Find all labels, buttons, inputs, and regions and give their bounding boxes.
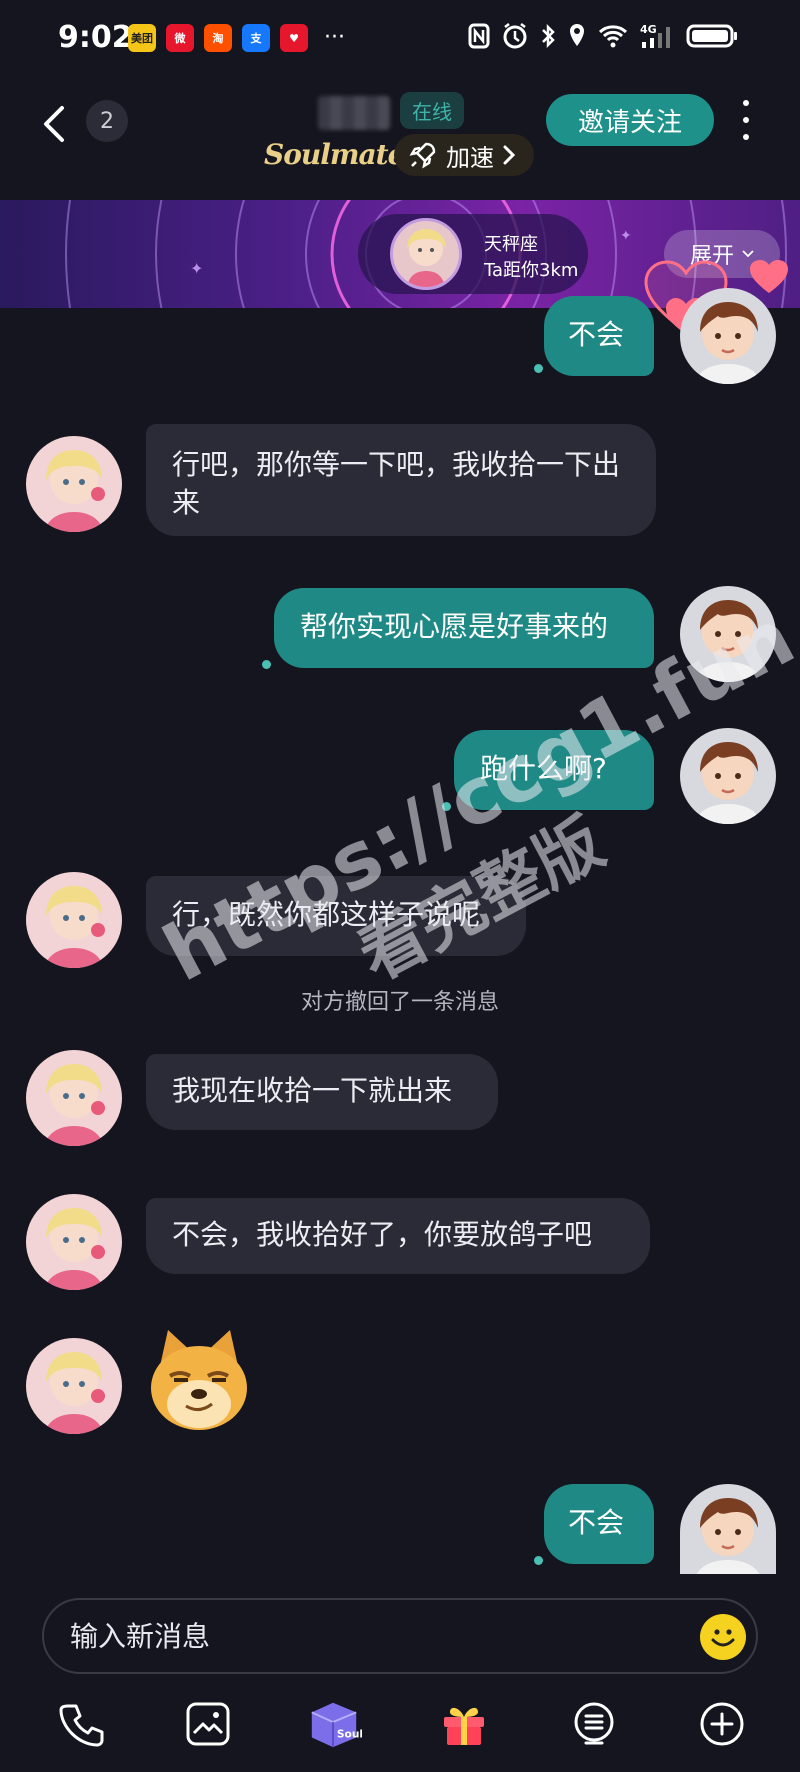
invite-follow-button[interactable]: 邀请关注 — [546, 94, 714, 146]
recall-notice: 对方撤回了一条消息 — [300, 990, 499, 1015]
weibo-icon: 微 — [166, 24, 194, 52]
message-bubble-outgoing[interactable]: 帮你实现心愿是好事来的 — [274, 588, 654, 668]
my-avatar[interactable] — [680, 728, 776, 824]
contact-avatar[interactable] — [26, 872, 122, 968]
voice-button[interactable] — [566, 1696, 622, 1752]
contact-avatar[interactable] — [26, 1194, 122, 1290]
more-options-button[interactable] — [736, 100, 756, 140]
my-avatar[interactable] — [680, 288, 776, 384]
message-bubble-incoming[interactable]: 我现在收拾一下就出来 — [146, 1054, 498, 1130]
phone-icon — [59, 1704, 104, 1747]
contact-avatar[interactable] — [26, 1050, 122, 1146]
rocket-icon — [409, 142, 436, 169]
boost-button[interactable]: 加速 — [394, 134, 534, 176]
message-bubble-outgoing[interactable]: 不会 — [544, 1484, 654, 1564]
meituan-icon: 美团 — [128, 24, 156, 52]
taobao-icon: 淘 — [204, 24, 232, 52]
message-bubble-outgoing[interactable]: 跑什么啊? — [454, 730, 654, 810]
message-bubble-incoming[interactable]: 行吧，那你等一下吧，我收拾一下出来 — [146, 424, 656, 536]
chevron-down-icon — [742, 250, 754, 258]
wifi-icon — [598, 25, 628, 48]
alarm-icon — [503, 23, 527, 49]
match-avatar — [390, 218, 462, 290]
smiley-icon — [711, 1629, 735, 1647]
call-button[interactable] — [54, 1696, 110, 1752]
heart-filled-icon — [750, 260, 788, 293]
add-button[interactable] — [694, 1696, 750, 1752]
doge-smirk-sticker[interactable] — [146, 1326, 252, 1434]
contact-avatar[interactable] — [26, 1338, 122, 1434]
gallery-button[interactable] — [180, 1696, 236, 1752]
message-bubble-incoming[interactable]: 行，既然你都这样子说呢 — [146, 876, 526, 956]
gift-icon — [444, 1707, 484, 1745]
emoji-button[interactable] — [700, 1614, 746, 1660]
message-bubble-incoming[interactable]: 不会，我收拾好了，你要放鸽子吧 — [146, 1198, 650, 1274]
svg-text:✦: ✦ — [190, 259, 203, 278]
message-composer — [42, 1598, 758, 1674]
status-app-icons: 美团 微 淘 支 ♥ ··· — [128, 24, 345, 52]
voice-icon — [574, 1702, 614, 1745]
online-status-badge: 在线 — [400, 92, 464, 129]
svg-text:✦: ✦ — [620, 228, 632, 244]
message-input[interactable] — [70, 1610, 650, 1662]
chat-header: 2 在线 Soulmate 加速 邀请关注 — [0, 82, 800, 192]
soul-box-button[interactable]: Soul — [306, 1696, 362, 1752]
status-time: 9:02 — [58, 20, 133, 55]
contact-avatar[interactable] — [26, 436, 122, 532]
svg-text:Soul: Soul — [337, 1728, 362, 1741]
zodiac-sign: 天秤座 — [484, 234, 538, 255]
bottom-toolbar: Soul — [0, 1690, 800, 1760]
contact-name-redacted — [318, 96, 390, 130]
soulmate-logo: Soulmate — [264, 138, 405, 171]
location-icon — [570, 24, 584, 46]
read-indicator — [442, 802, 451, 811]
my-avatar[interactable] — [680, 586, 776, 682]
message-bubble-outgoing[interactable]: 不会 — [544, 296, 654, 376]
distance-label: Ta距你3km — [484, 260, 579, 281]
system-icons: 4G — [468, 22, 738, 50]
more-notifications-icon: ··· — [324, 25, 345, 50]
read-indicator — [262, 660, 271, 669]
image-icon — [186, 1702, 230, 1746]
read-indicator — [534, 1556, 543, 1565]
chevron-left-icon — [44, 106, 64, 142]
bluetooth-icon — [542, 23, 555, 49]
add-icon — [700, 1702, 744, 1746]
chevron-right-icon — [503, 145, 516, 165]
svg-text:4G: 4G — [640, 23, 657, 36]
alipay-icon: 支 — [242, 24, 270, 52]
battery-icon — [686, 24, 737, 48]
read-indicator — [534, 364, 543, 373]
nfc-icon — [468, 23, 490, 49]
boost-label: 加速 — [446, 143, 494, 172]
unread-count-badge[interactable]: 2 — [86, 100, 128, 142]
back-button[interactable] — [36, 100, 76, 148]
status-bar: 9:02 美团 微 淘 支 ♥ ··· 4G — [0, 0, 800, 80]
soul-box-icon: Soul — [311, 1702, 362, 1748]
my-avatar[interactable] — [680, 1484, 776, 1574]
gift-button[interactable] — [436, 1696, 492, 1752]
signal-4g-icon: 4G — [640, 23, 670, 48]
heart-app-icon: ♥ — [280, 24, 308, 52]
